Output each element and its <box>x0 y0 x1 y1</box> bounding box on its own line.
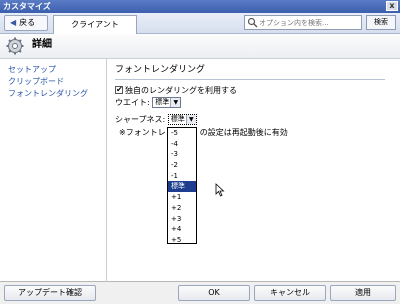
weight-row: ウエイト: 標準 ▼ <box>115 97 182 108</box>
sharpness-label: シャープネス: <box>115 115 166 124</box>
footer: アップデート確認 OK キャンセル 適用 <box>0 282 400 304</box>
sharpness-option[interactable]: 標準 <box>168 181 196 193</box>
restart-note-prefix: ※フォントレン <box>119 128 174 137</box>
restart-note-suffix: の設定は再起動後に有効 <box>199 128 288 137</box>
update-check-button[interactable]: アップデート確認 <box>4 285 96 301</box>
mouse-pointer-icon <box>215 183 225 197</box>
page-title: 詳細 <box>32 39 52 50</box>
sharpness-option[interactable]: +4 <box>168 224 196 235</box>
use-own-rendering-checkbox[interactable] <box>115 84 123 95</box>
sidebar: セットアップ クリップボード フォントレンダリング <box>0 58 107 282</box>
search-icon <box>247 17 258 28</box>
sharpness-option[interactable]: -5 <box>168 128 196 139</box>
sharpness-select-value: 標準 <box>170 115 185 123</box>
toolbar: ◀戻る クライアント 検索 <box>0 13 400 34</box>
page-header: 詳細 <box>0 34 400 59</box>
section-title: フォントレンダリング <box>115 64 385 80</box>
gear-icon <box>6 37 24 55</box>
sharpness-row: シャープネス: 標準 ▼ <box>115 114 197 125</box>
sidebar-item-font-rendering[interactable]: フォントレンダリング <box>0 88 106 100</box>
ok-button[interactable]: OK <box>178 285 250 301</box>
use-own-rendering-row[interactable]: 独自のレンダリングを利用する <box>115 84 237 96</box>
sharpness-option[interactable]: +2 <box>168 203 196 214</box>
back-button-label: 戻る <box>19 18 36 27</box>
window-title: カスタマイズ <box>3 2 51 11</box>
search-input[interactable] <box>259 16 359 29</box>
sharpness-option[interactable]: +5 <box>168 235 196 246</box>
weight-select-value: 標準 <box>155 98 170 106</box>
tab-client[interactable]: クライアント <box>53 15 137 34</box>
sharpness-select[interactable]: 標準 ▼ <box>167 114 197 125</box>
sidebar-item-setup[interactable]: セットアップ <box>0 64 106 76</box>
weight-label: ウエイト: <box>115 98 150 107</box>
sharpness-option[interactable]: +3 <box>168 214 196 225</box>
title-bar: カスタマイズ x <box>0 0 400 13</box>
search-button[interactable]: 検索 <box>366 15 396 30</box>
apply-button[interactable]: 適用 <box>330 285 396 301</box>
chevron-down-icon: ▼ <box>170 98 181 107</box>
use-own-rendering-label: 独自のレンダリングを利用する <box>125 86 237 95</box>
chevron-down-icon: ▼ <box>185 115 196 124</box>
sharpness-dropdown-list: -5 -4 -3 -2 -1 標準 +1 +2 +3 +4 +5 <box>167 127 197 244</box>
weight-select[interactable]: 標準 ▼ <box>152 97 182 108</box>
main-panel: フォントレンダリング 独自のレンダリングを利用する ウエイト: 標準 ▼ シャー… <box>115 58 395 282</box>
back-arrow-icon: ◀ <box>10 18 17 27</box>
cancel-button[interactable]: キャンセル <box>254 285 326 301</box>
close-button[interactable]: x <box>386 1 398 11</box>
content-panel: 詳細 セットアップ クリップボード フォントレンダリング フォントレンダリング … <box>0 34 400 282</box>
sidebar-item-clipboard[interactable]: クリップボード <box>0 76 106 88</box>
sharpness-option[interactable]: -1 <box>168 171 196 182</box>
search-box[interactable] <box>244 15 362 30</box>
sharpness-option[interactable]: -3 <box>168 149 196 160</box>
restart-note: ※フォントレン の設定は再起動後に有効 <box>119 127 288 138</box>
sharpness-option[interactable]: -2 <box>168 160 196 171</box>
back-button[interactable]: ◀ 戻る <box>4 15 48 31</box>
sharpness-option[interactable]: +1 <box>168 192 196 203</box>
sharpness-option[interactable]: -4 <box>168 139 196 150</box>
